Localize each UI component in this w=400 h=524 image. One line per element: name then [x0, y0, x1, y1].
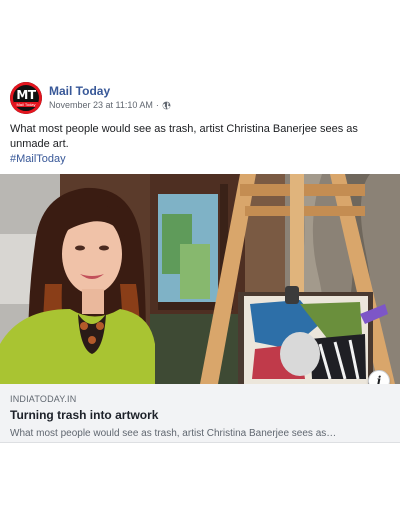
link-title[interactable]: Turning trash into artwork [10, 408, 158, 422]
post-timestamp[interactable]: November 23 at 11:10 AM [49, 100, 153, 110]
page-name-link[interactable]: Mail Today [49, 84, 110, 98]
hashtag-link[interactable]: #MailToday [10, 152, 66, 167]
globe-icon[interactable] [162, 101, 171, 110]
post-meta: November 23 at 11:10 AM · [49, 100, 171, 110]
avatar-ring [10, 82, 42, 114]
link-description: What most people would see as trash, art… [10, 428, 337, 439]
link-preview-card[interactable]: INDIATODAY.IN Turning trash into artwork… [0, 384, 400, 443]
artist-photo-illustration [0, 174, 400, 384]
link-domain: INDIATODAY.IN [10, 394, 77, 404]
facebook-post: MT Mail Today Mail Today November 23 at … [0, 78, 400, 443]
meta-separator: · [155, 100, 159, 110]
post-body-text: What most people would see as trash, art… [10, 123, 358, 150]
link-preview-image[interactable] [0, 174, 400, 384]
page-avatar[interactable]: MT Mail Today [10, 82, 42, 114]
post-header: MT Mail Today Mail Today November 23 at … [0, 78, 400, 118]
